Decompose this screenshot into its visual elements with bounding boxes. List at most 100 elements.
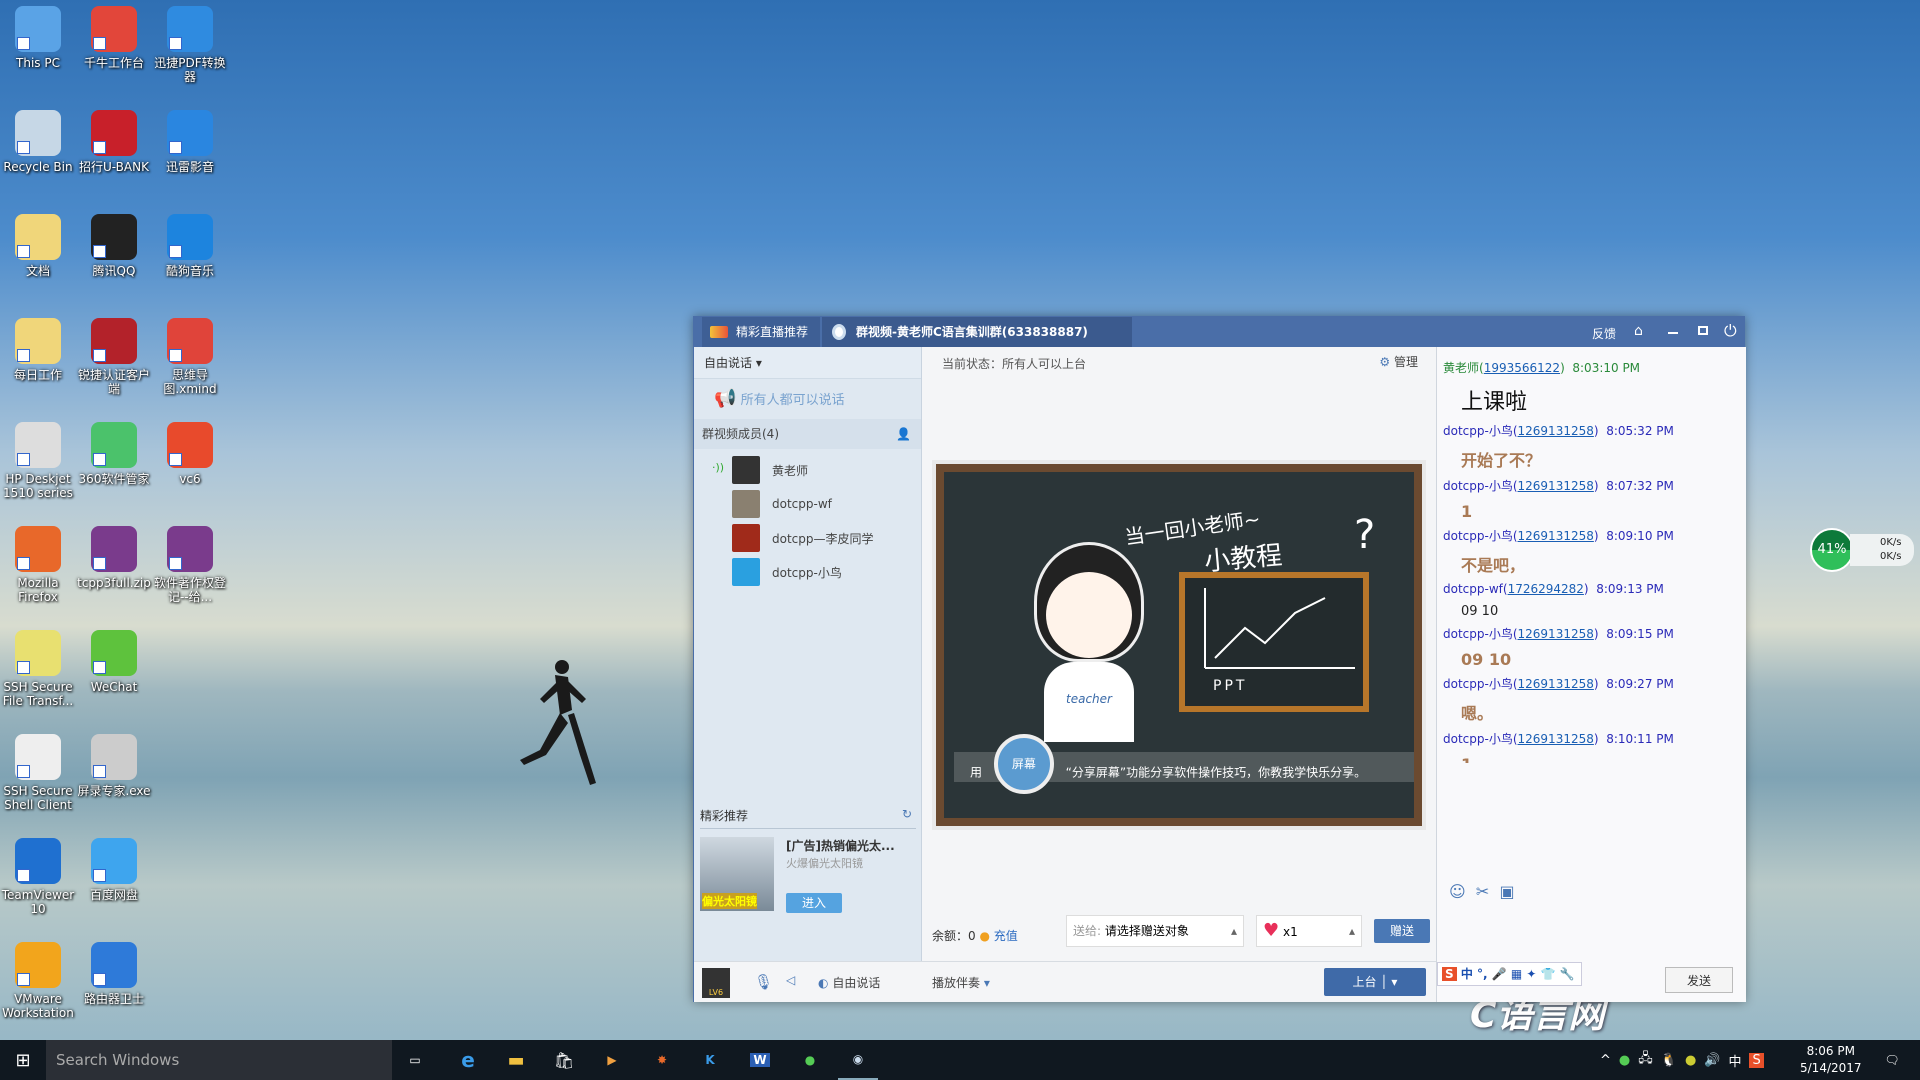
desktop-icon[interactable]: 每日工作 — [0, 318, 76, 382]
skin-icon[interactable]: ⌂ — [1634, 323, 1643, 339]
action-center-icon[interactable]: 🗨 — [1872, 1040, 1912, 1080]
manage-button[interactable]: ⚙ 管理 — [1379, 353, 1418, 370]
enter-button[interactable]: 进入 — [786, 893, 842, 913]
sender-qq-link[interactable]: 1726294282 — [1508, 582, 1584, 596]
video-player-icon[interactable]: ▶ — [592, 1040, 632, 1080]
desktop-icon[interactable]: 迅捷PDF转换器 — [152, 6, 228, 84]
task-view-icon[interactable]: ▭ — [400, 1040, 430, 1080]
desktop-icon[interactable]: 文档 — [0, 214, 76, 278]
chat-log[interactable]: 黄老师(1993566122) 8:03:10 PM 上课啦 dotcpp-小鸟(1… — [1443, 353, 1738, 763]
maximize-button[interactable] — [1698, 326, 1708, 335]
sender-qq-link[interactable]: 1269131258 — [1518, 677, 1594, 691]
minimize-button[interactable] — [1668, 332, 1678, 334]
gift-recipient-select[interactable]: 送给: 请选择赠送对象 ▴ — [1066, 915, 1244, 947]
desktop-icon[interactable]: Recycle Bin — [0, 110, 76, 174]
desktop-icon[interactable]: TeamViewer 10 — [0, 838, 76, 916]
member-item[interactable]: dotcpp-小鸟 — [732, 557, 842, 587]
desktop-icon[interactable]: 屏录专家.exe — [76, 734, 152, 798]
accompany-dropdown[interactable]: 播放伴奏 ▾ — [932, 974, 990, 991]
desktop-icon[interactable]: tcpp3full.zip — [76, 526, 152, 590]
sender-qq-link[interactable]: 1269131258 — [1518, 424, 1594, 438]
taskbar-search[interactable]: Search Windows — [46, 1040, 392, 1080]
refresh-icon[interactable]: ↻ — [902, 807, 912, 821]
sender-qq-link[interactable]: 1269131258 — [1518, 627, 1594, 641]
feedback-link[interactable]: 反馈 — [1592, 325, 1616, 342]
network-speed-widget[interactable]: 41% 0K/s 0K/s — [1810, 528, 1914, 572]
start-button[interactable]: ⊞ — [0, 1040, 46, 1080]
word-icon[interactable]: W — [740, 1040, 780, 1080]
ad-image[interactable]: 偏光太阳镜 — [700, 837, 774, 911]
desktop-icon[interactable]: 360软件管家 — [76, 422, 152, 486]
app-star-icon[interactable]: ✸ — [642, 1040, 682, 1080]
self-avatar[interactable]: LV6 — [702, 968, 730, 998]
sender-qq-link[interactable]: 1269131258 — [1518, 529, 1594, 543]
free-talk-button[interactable]: ◐ 自由说话 — [818, 974, 880, 991]
microphone-icon[interactable]: 🎙 — [754, 973, 773, 991]
desktop-icon[interactable]: WeChat — [76, 630, 152, 694]
desktop-icon[interactable]: 百度网盘 — [76, 838, 152, 902]
tab-group-video[interactable]: 群视频-黄老师C语言集训群(633838887) — [822, 317, 1132, 347]
gear-icon: ⚙ — [1379, 355, 1391, 369]
desktop-icon[interactable]: 迅雷影音 — [152, 110, 228, 174]
store-icon[interactable]: 🛍 — [544, 1040, 584, 1080]
desktop-icon[interactable]: SSH Secure File Transf... — [0, 630, 76, 708]
scissors-icon[interactable]: ✂ — [1476, 882, 1489, 901]
desktop-icon[interactable]: 软件著作权登记--给... — [152, 526, 228, 604]
speaking-icon: ·)) — [712, 461, 725, 474]
desktop-icon-label: 迅雷影音 — [165, 160, 214, 174]
member-item[interactable]: dotcpp-wf — [732, 489, 832, 519]
360-icon[interactable]: ● — [790, 1040, 830, 1080]
desktop-icon[interactable]: VMware Workstation — [0, 942, 76, 1020]
desktop-icon[interactable]: 路由器卫士 — [76, 942, 152, 1006]
tab-live-recommend[interactable]: 精彩直播推荐 — [702, 317, 820, 347]
member-item[interactable]: dotcpp—李皮同学 — [732, 523, 874, 553]
desktop-icon[interactable]: 酷狗音乐 — [152, 214, 228, 278]
emoji-icon[interactable]: ☺ — [1449, 882, 1466, 901]
desktop-icon[interactable]: 锐捷认证客户端 — [76, 318, 152, 396]
recharge-link[interactable]: 充值 — [994, 929, 1018, 943]
desktop-icon[interactable]: HP Deskjet 1510 series — [0, 422, 76, 500]
speak-mode-dropdown[interactable]: 自由说话 ▾ — [694, 347, 921, 379]
gift-quantity-select[interactable]: ♥ x1 ▴ — [1256, 915, 1362, 947]
qq-tray-icon[interactable]: 🐧 — [1661, 1053, 1677, 1068]
sender-qq-link[interactable]: 1269131258 — [1518, 732, 1594, 746]
volume-icon[interactable]: 🔊 — [1704, 1053, 1720, 1068]
desktop-icon[interactable]: 腾讯QQ — [76, 214, 152, 278]
edge-icon[interactable]: e — [448, 1040, 488, 1080]
tray-app-icon[interactable]: ● — [1619, 1053, 1630, 1068]
add-member-icon[interactable]: 👤 — [896, 419, 911, 449]
image-icon[interactable]: ▣ — [1499, 882, 1514, 901]
speaker-icon[interactable]: ◁ — [786, 973, 795, 987]
desktop-icon[interactable]: SSH Secure Shell Client — [0, 734, 76, 812]
app-icon — [15, 318, 61, 364]
kugou-icon[interactable]: K — [690, 1040, 730, 1080]
member-item[interactable]: 黄老师 — [732, 455, 808, 485]
show-hidden-icon[interactable]: ^ — [1600, 1053, 1611, 1068]
desktop-icon[interactable]: Mozilla Firefox — [0, 526, 76, 604]
send-button[interactable]: 发送 — [1665, 967, 1733, 993]
desktop-icon[interactable]: 思维导图.xmind — [152, 318, 228, 396]
ad-title[interactable]: [广告]热销偏光太... — [786, 837, 895, 854]
network-icon[interactable]: 🖧 — [1638, 1049, 1653, 1071]
sender-qq-link[interactable]: 1269131258 — [1518, 479, 1594, 493]
sender-qq-link[interactable]: 1993566122 — [1484, 361, 1560, 375]
video-area: 当一回小老师~ 小教程 ? teacher PPT 用 屏幕 “分享屏幕”功能分… — [932, 460, 1426, 830]
desktop-icon[interactable]: 招行U-BANK — [76, 110, 152, 174]
sogou-tray-icon[interactable]: S — [1749, 1052, 1764, 1068]
send-gift-button[interactable]: 赠送 — [1374, 919, 1430, 943]
app-icon — [167, 422, 213, 468]
file-explorer-icon[interactable]: ▬ — [496, 1040, 536, 1080]
tray-icons[interactable]: ^ ● 🖧 🐧 ● 🔊 中 S — [1600, 1040, 1780, 1080]
ime-mode: 中 — [1460, 967, 1473, 981]
go-on-stage-button[interactable]: 上台 │ ▾ — [1324, 968, 1426, 996]
360-tray-icon[interactable]: ● — [1685, 1053, 1696, 1068]
ime-indicator[interactable]: 中 — [1728, 1051, 1741, 1070]
power-close-button[interactable]: ⏻ — [1724, 321, 1737, 341]
desktop-icon[interactable]: vc6 — [152, 422, 228, 486]
qq-video-icon[interactable]: ◉ — [838, 1040, 878, 1080]
clock[interactable]: 8:06 PM 5/14/2017 — [1800, 1043, 1862, 1077]
desktop-icon[interactable]: 千牛工作台 — [76, 6, 152, 70]
speak-mode-banner: 📢 所有人都可以说话 — [694, 379, 921, 419]
desktop-icon[interactable]: This PC — [0, 6, 76, 70]
ime-toolbar[interactable]: S 中 °, 🎤 ▦ ✦ 👕 🔧 — [1437, 962, 1582, 986]
